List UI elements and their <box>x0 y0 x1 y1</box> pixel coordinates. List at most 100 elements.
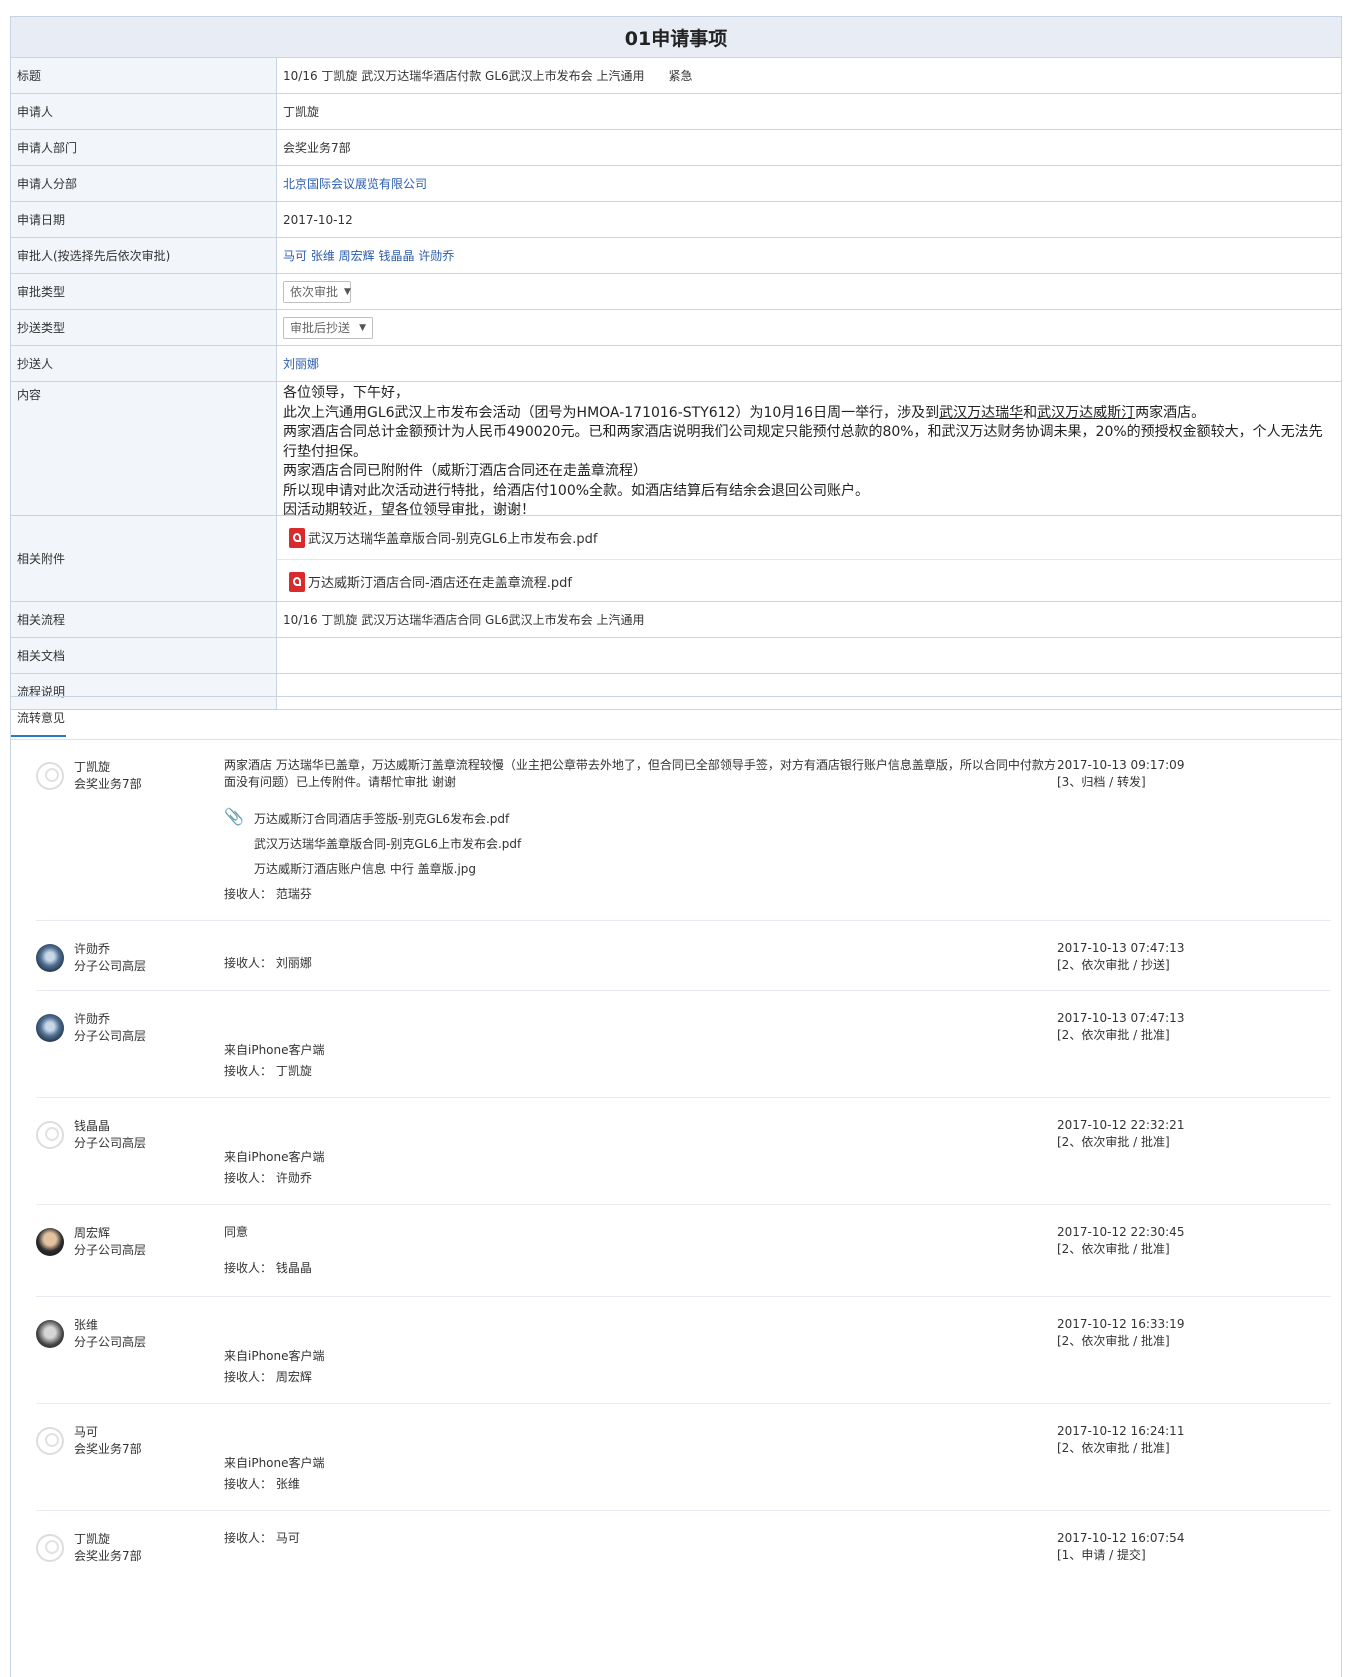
receiver-name: 周宏辉 <box>275 1370 312 1384</box>
row-content: 内容 各位领导，下午好， 此次上汽通用GL6武汉上市发布会活动（团号为HMOA-… <box>11 382 1341 516</box>
content-line: 所以现申请对此次活动进行特批，给酒店付100%全款。如酒店结算后有结余会退回公司… <box>283 482 870 499</box>
content-line: 因活动期较近，望各位领导审批，谢谢！ <box>283 502 535 515</box>
row-cc: 抄送人 刘丽娜 <box>11 346 1341 382</box>
row-label: 申请日期 <box>11 202 277 237</box>
select-value: 依次审批 <box>290 285 339 299</box>
urgent-badge: 紧急 <box>668 69 693 83</box>
approvers-link[interactable]: 马可 张维 周宏辉 钱晶晶 许勋乔 <box>277 238 1341 273</box>
form-title: 01申请事项 <box>11 17 1341 58</box>
opinion-action: [2、依次审批 / 批准] <box>1057 1334 1170 1348</box>
receiver-label: 接收人： <box>224 956 273 970</box>
opinion-entry: 丁凯旋 会奖业务7部 接收人： 马可 2017-10-12 16:07:54 [1、… <box>36 1511 1331 1581</box>
opinion-entry: 马可 会奖业务7部 来自iPhone客户端 接收人： 张维 2017-10-12 … <box>36 1404 1331 1511</box>
application-form: 01申请事项 标题 10/16 丁凯旋 武汉万达瑞华酒店付款 GL6武汉上市发布… <box>10 16 1342 710</box>
paperclip-icon: 📎 <box>224 807 244 826</box>
user-name: 周宏辉 <box>74 1226 111 1240</box>
receiver-label: 接收人： <box>224 1477 273 1491</box>
row-label: 申请人 <box>11 94 277 129</box>
opinion-user: 马可 会奖业务7部 <box>74 1424 142 1458</box>
receiver-name: 刘丽娜 <box>275 956 312 970</box>
cc-link[interactable]: 刘丽娜 <box>277 346 1341 381</box>
user-dept: 分子公司高层 <box>74 1335 147 1349</box>
opinion-entry: 丁凯旋 会奖业务7部 两家酒店 万达瑞华已盖章，万达威斯汀盖章流程较慢（业主把公章… <box>36 756 1331 921</box>
content-line: 两家酒店合同总计金额预计为人民币490020元。已和两家酒店说明我们公司规定只能… <box>283 424 1323 460</box>
attachment-name: 万达威斯汀酒店合同-酒店还在走盖章流程.pdf <box>308 576 572 591</box>
opinion-user: 许勋乔 分子公司高层 <box>74 1011 146 1045</box>
row-cc-type: 抄送类型 审批后抄送 ▼ <box>11 310 1341 346</box>
opinion-user: 许勋乔 分子公司高层 <box>74 941 146 975</box>
receiver: 接收人： 钱晶晶 <box>224 1260 312 1277</box>
page: 01申请事项 标题 10/16 丁凯旋 武汉万达瑞华酒店付款 GL6武汉上市发布… <box>0 0 1349 1677</box>
attachment-item[interactable]: 武汉万达瑞华盖章版合同-别克GL6上市发布会.pdf <box>277 516 1341 559</box>
opinion-file[interactable]: 万达威斯汀酒店账户信息 中行 盖章版.jpg <box>254 860 476 877</box>
user-name: 许勋乔 <box>74 1012 111 1026</box>
row-related-docs: 相关文档 <box>11 638 1341 674</box>
opinion-date: 2017-10-12 16:33:19 <box>1057 1317 1185 1331</box>
tab-opinions[interactable]: 流转意见 <box>17 709 65 726</box>
opinion-action: [2、依次审批 / 抄送] <box>1057 958 1170 972</box>
opinion-user: 丁凯旋 会奖业务7部 <box>74 1531 142 1565</box>
active-tab-indicator <box>11 735 66 737</box>
user-dept: 会奖业务7部 <box>74 1442 142 1456</box>
user-dept: 分子公司高层 <box>74 1029 147 1043</box>
opinion-meta: 2017-10-12 22:30:45 [2、依次审批 / 批准] <box>1057 1224 1184 1258</box>
row-value: 审批后抄送 ▼ <box>277 310 1341 345</box>
opinion-meta: 2017-10-12 16:33:19 [2、依次审批 / 批准] <box>1057 1316 1184 1350</box>
user-name: 张维 <box>74 1318 99 1332</box>
row-value <box>277 638 1341 673</box>
opinion-date: 2017-10-12 22:32:21 <box>1057 1118 1185 1132</box>
content-line: 各位领导，下午好， <box>283 385 409 401</box>
attachment-item[interactable]: 万达威斯汀酒店合同-酒店还在走盖章流程.pdf <box>277 559 1341 601</box>
opinion-date: 2017-10-13 07:47:13 <box>1057 941 1185 955</box>
opinion-date: 2017-10-12 22:30:45 <box>1057 1225 1185 1239</box>
branch-link[interactable]: 北京国际会议展览有限公司 <box>277 166 1341 201</box>
opinion-file[interactable]: 武汉万达瑞华盖章版合同-别克GL6上市发布会.pdf <box>254 835 521 852</box>
opinion-line: 面没有问题）已上传附件。请帮忙审批 谢谢 <box>224 775 456 789</box>
opinion-user: 周宏辉 分子公司高层 <box>74 1225 146 1259</box>
opinion-file[interactable]: 万达威斯汀合同酒店手签版-别克GL6发布会.pdf <box>254 810 509 827</box>
user-photo-icon <box>36 944 64 972</box>
approval-type-select[interactable]: 依次审批 ▼ <box>283 280 351 303</box>
row-value: 10/16 丁凯旋 武汉万达瑞华酒店付款 GL6武汉上市发布会 上汽通用 紧急 <box>277 58 1341 93</box>
row-label: 相关文档 <box>11 638 277 673</box>
opinions-tabbar: 流转意见 <box>11 697 1341 740</box>
receiver: 接收人： 马可 <box>224 1530 300 1547</box>
row-value: 会奖业务7部 <box>283 141 351 155</box>
cc-type-select[interactable]: 审批后抄送 ▼ <box>283 316 373 339</box>
receiver: 接收人： 张维 <box>224 1476 300 1493</box>
chevron-down-icon: ▼ <box>359 322 366 333</box>
opinion-source: 来自iPhone客户端 <box>224 1349 325 1363</box>
opinion-line: 两家酒店 万达瑞华已盖章，万达威斯汀盖章流程较慢（业主把公章带去外地了，但合同已… <box>224 758 1056 772</box>
row-label: 抄送人 <box>11 346 277 381</box>
user-photo-icon <box>36 1014 64 1042</box>
opinion-source: 来自iPhone客户端 <box>224 1150 325 1164</box>
related-flow-link[interactable]: 10/16 丁凯旋 武汉万达瑞华酒店合同 GL6武汉上市发布会 上汽通用 <box>277 602 1341 637</box>
hotel-name: 武汉万达威斯汀 <box>1037 404 1136 421</box>
default-avatar-icon <box>36 1427 64 1455</box>
opinions-panel: 流转意见 丁凯旋 会奖业务7部 两家酒店 万达瑞华已盖章，万达威斯汀盖章流程较慢（… <box>10 696 1342 1677</box>
opinion-user: 丁凯旋 会奖业务7部 <box>74 759 142 793</box>
opinion-action: [3、归档 / 转发] <box>1057 775 1146 789</box>
opinion-date: 2017-10-13 07:47:13 <box>1057 1011 1185 1025</box>
opinion-meta: 2017-10-12 16:07:54 [1、申请 / 提交] <box>1057 1530 1184 1564</box>
row-related-flow: 相关流程 10/16 丁凯旋 武汉万达瑞华酒店合同 GL6武汉上市发布会 上汽通… <box>11 602 1341 638</box>
pdf-icon <box>289 571 305 592</box>
content-line: 此次上汽通用GL6武汉上市发布会活动（团号为HMOA-171016-STY612… <box>283 404 1335 424</box>
receiver-label: 接收人： <box>224 1370 273 1384</box>
hotel-name: 武汉万达瑞华 <box>939 404 1024 421</box>
row-department: 申请人部门 会奖业务7部 <box>11 130 1341 166</box>
row-label: 相关流程 <box>11 602 277 637</box>
opinion-date: 2017-10-12 16:07:54 <box>1057 1531 1185 1545</box>
user-name: 钱晶晶 <box>74 1119 111 1133</box>
content-line: 两家酒店合同已附附件（威斯汀酒店合同还在走盖章流程） <box>283 463 647 479</box>
opinion-entry: 周宏辉 分子公司高层 同意 接收人： 钱晶晶 2017-10-12 22:30:4… <box>36 1205 1331 1297</box>
user-photo-icon <box>36 1320 64 1348</box>
receiver-name: 张维 <box>275 1477 300 1491</box>
default-avatar-icon <box>36 1534 64 1562</box>
row-label: 审批类型 <box>11 274 277 309</box>
user-dept: 会奖业务7部 <box>74 1549 142 1563</box>
row-label: 申请人分部 <box>11 166 277 201</box>
row-label: 抄送类型 <box>11 310 277 345</box>
opinion-date: 2017-10-12 16:24:11 <box>1057 1424 1185 1438</box>
opinion-meta: 2017-10-13 07:47:13 [2、依次审批 / 抄送] <box>1057 940 1184 974</box>
